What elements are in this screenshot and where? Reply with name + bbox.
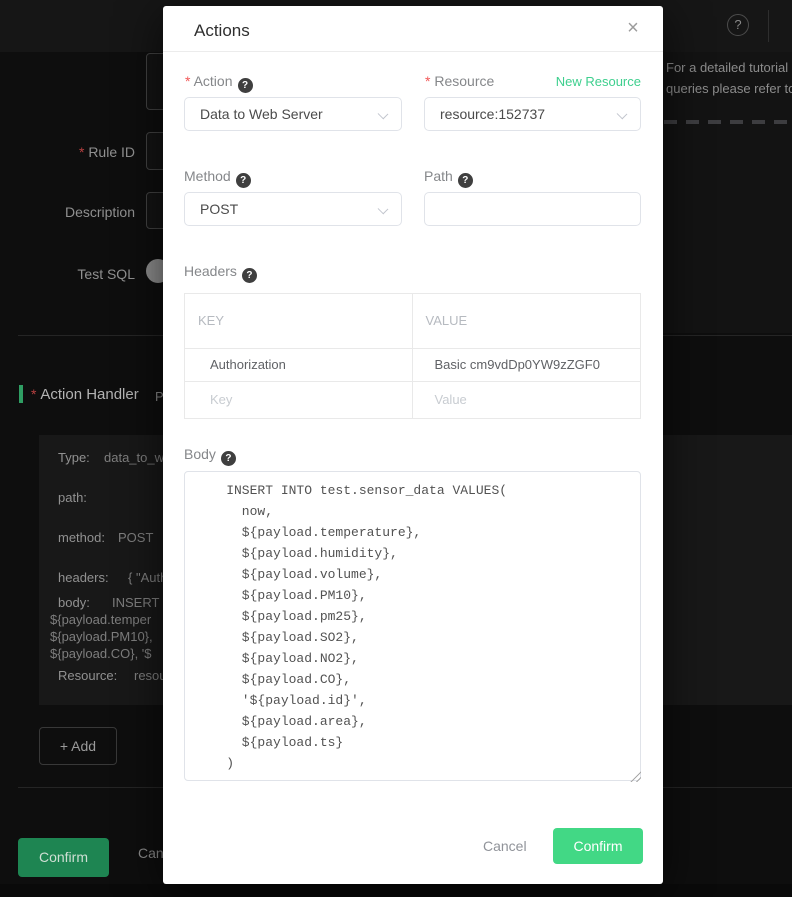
method-select-value: POST	[200, 201, 238, 217]
required-asterisk: Action	[185, 73, 233, 89]
method-field-label: Method	[184, 168, 251, 188]
table-row: Authorization Basic cm9vdDp0YW9zZGF0	[185, 348, 640, 381]
headers-table-head: KEY VALUE	[185, 294, 640, 348]
method-value: POST	[118, 530, 153, 545]
resource-label: Resource:	[58, 668, 117, 683]
actions-modal: Actions Action Resource New Resource Dat…	[163, 6, 663, 884]
page-bottom-strip	[0, 884, 792, 897]
action-select[interactable]: Data to Web Server	[184, 97, 402, 131]
header-value-input[interactable]: Basic cm9vdDp0YW9zZGF0	[413, 349, 641, 381]
action-select-value: Data to Web Server	[200, 106, 323, 122]
headers-value: { "Auth	[128, 570, 167, 585]
path-input[interactable]	[424, 192, 641, 226]
topbar-divider	[768, 10, 769, 42]
test-sql-label: Test SQL	[20, 266, 135, 282]
body-textarea[interactable]: INSERT INTO test.sensor_data VALUES( now…	[184, 471, 641, 781]
path-label: path:	[58, 490, 87, 505]
tutorial-text: For a detailed tutorial queries please r…	[666, 57, 792, 99]
help-icon[interactable]	[727, 14, 749, 36]
description-label: Description	[20, 204, 135, 220]
action-field-label: Action	[185, 73, 253, 93]
chevron-down-icon	[378, 109, 389, 120]
method-select[interactable]: POST	[184, 192, 402, 226]
dashed-divider	[664, 120, 792, 124]
resource-field-label: Resource	[425, 73, 494, 89]
section-accent-bar	[19, 385, 23, 403]
path-field-label: Path	[424, 168, 473, 188]
close-icon[interactable]	[621, 16, 645, 40]
body-label: body:	[58, 595, 90, 610]
required-asterisk: Action Handler	[31, 386, 139, 403]
method-label: method:	[58, 530, 105, 545]
headers-section-label: Headers	[184, 263, 257, 283]
body-wrap-3: ${payload.CO}, '$	[50, 646, 152, 661]
type-label: Type:	[58, 450, 90, 465]
tutorial-line-2: queries please refer to	[666, 78, 792, 99]
chevron-down-icon	[617, 109, 628, 120]
page-confirm-button[interactable]: Confirm	[18, 838, 109, 877]
header-value-input-empty[interactable]: Value	[413, 382, 641, 418]
help-badge-icon[interactable]	[242, 268, 257, 283]
body-section-label: Body	[184, 446, 236, 466]
modal-title: Actions	[194, 21, 250, 41]
body-wrap-2: ${payload.PM10},	[50, 629, 153, 644]
add-action-button[interactable]: + Add	[39, 727, 117, 765]
screen: For a detailed tutorial queries please r…	[0, 0, 792, 897]
headers-label: headers:	[58, 570, 109, 585]
table-row: Key Value	[185, 381, 640, 418]
tutorial-line-1: For a detailed tutorial	[666, 57, 792, 78]
modal-confirm-button[interactable]: Confirm	[553, 828, 643, 864]
body-wrap-1: ${payload.temper	[50, 612, 151, 627]
header-key-input[interactable]: Authorization	[185, 349, 413, 381]
resource-select[interactable]: resource:152737	[424, 97, 641, 131]
value-column-header: VALUE	[413, 294, 641, 348]
required-asterisk: Resource	[425, 73, 494, 89]
modal-cancel-button[interactable]: Cancel	[483, 838, 527, 854]
headers-table: KEY VALUE Authorization Basic cm9vdDp0YW…	[184, 293, 641, 419]
resource-select-value: resource:152737	[440, 106, 545, 122]
action-handler-title: Action Handler	[31, 386, 139, 403]
new-resource-link[interactable]: New Resource	[556, 74, 641, 89]
type-value: data_to_w	[104, 450, 164, 465]
help-badge-icon[interactable]	[221, 451, 236, 466]
chevron-down-icon	[378, 204, 389, 215]
required-asterisk: Rule ID	[79, 144, 135, 160]
key-column-header: KEY	[185, 294, 413, 348]
help-badge-icon[interactable]	[236, 173, 251, 188]
help-badge-icon[interactable]	[238, 78, 253, 93]
rule-id-label: Rule ID	[20, 144, 135, 160]
resource-value: resou	[134, 668, 167, 683]
help-badge-icon[interactable]	[458, 173, 473, 188]
header-key-input-empty[interactable]: Key	[185, 382, 413, 418]
